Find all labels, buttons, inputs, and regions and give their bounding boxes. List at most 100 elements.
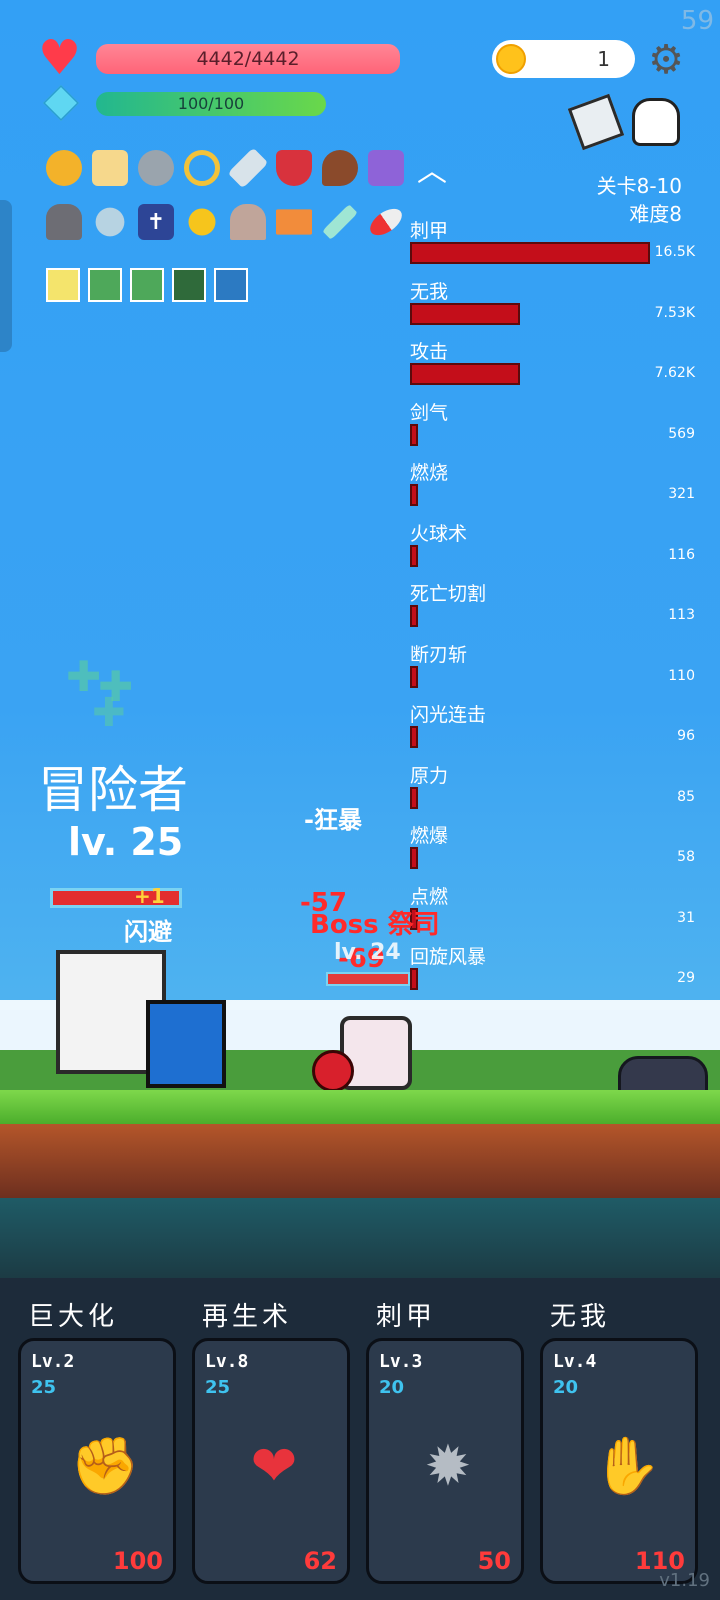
damage-stat-value: 110 <box>668 667 695 684</box>
damage-stat-value: 29 <box>677 970 695 986</box>
damage-stat-label: 回旋风暴 <box>410 946 487 968</box>
drumstick-icon[interactable] <box>322 150 358 186</box>
winged-heart-icon: ❤ <box>250 1434 298 1499</box>
hero-shield-sprite <box>146 1000 226 1088</box>
damage-stat-bar <box>410 665 418 688</box>
damage-stat-value: 113 <box>668 607 695 623</box>
sun-orb-icon[interactable] <box>188 208 216 236</box>
damage-stat-label: 无我 <box>410 280 449 303</box>
skill-card[interactable]: Lv.2 25 ✊ 100 <box>18 1338 176 1584</box>
hero-name: 冒险者 <box>38 761 188 819</box>
skill-mana-cost: 20 <box>553 1377 579 1398</box>
heal-cross-icon: ✚ <box>92 690 126 736</box>
skill-level: Lv.4 <box>553 1351 597 1372</box>
damage-stat-label: 原力 <box>410 764 449 787</box>
mp-text: 100/100 <box>177 94 245 113</box>
wind-swirl-icon <box>172 268 206 302</box>
stage-info: 关卡8-10 难度8 <box>597 172 682 228</box>
enemy-hp-bar <box>326 972 410 986</box>
tombstone-icon[interactable] <box>230 204 266 240</box>
crown-icon[interactable] <box>276 209 312 235</box>
sprout-icon <box>88 268 122 302</box>
skill-upgrade-price: 100 <box>112 1547 163 1575</box>
skill-card[interactable]: Lv.8 25 ❤ 62 <box>192 1338 350 1584</box>
damage-stat-bar <box>410 423 418 446</box>
sword-icon[interactable] <box>227 147 269 189</box>
damage-stat-value: 116 <box>668 546 695 563</box>
stage-level: 关卡8-10 <box>596 174 682 198</box>
fps-counter: 59 <box>680 6 714 36</box>
eye-hand-icon: ✋ <box>592 1434 662 1499</box>
skill-level: Lv.2 <box>31 1351 75 1372</box>
sparkle-icon <box>214 268 248 302</box>
damage-stat-value: 7.62K <box>654 365 695 381</box>
version-label: v1.19 <box>659 1570 710 1591</box>
damage-stat-label: 燃烧 <box>410 462 449 484</box>
clover-icon[interactable] <box>95 207 125 237</box>
enemy-level-text: lv. 24 <box>334 940 401 965</box>
fist-icon: ✊ <box>70 1434 140 1499</box>
water-strip <box>0 1198 720 1278</box>
damage-stat-bar <box>410 302 520 325</box>
damage-stat-label: 燃爆 <box>410 825 449 847</box>
rage-text: -狂暴 <box>304 806 362 834</box>
collapse-chevron-icon[interactable]: ︿ <box>414 150 450 189</box>
skill-level: Lv.8 <box>205 1351 249 1372</box>
skill-title: 无我 <box>550 1302 611 1332</box>
damage-stat-bar <box>410 968 418 990</box>
damage-stat-label: 刺甲 <box>410 220 449 242</box>
damage-stat-label: 死亡切割 <box>410 583 487 605</box>
skill-card[interactable]: Lv.3 20 ✹ 50 <box>366 1338 524 1584</box>
red-orb-sprite <box>312 1050 354 1092</box>
buff-row <box>46 268 248 302</box>
ghost-icon[interactable] <box>632 98 680 146</box>
helmet-icon[interactable] <box>46 204 82 240</box>
skill-card[interactable]: Lv.4 20 ✋ 110 <box>540 1338 698 1584</box>
hero-status-text: 闪避 <box>124 918 172 946</box>
sprout-icon <box>130 268 164 302</box>
damage-stat-value: 31 <box>677 909 695 926</box>
scroll-icon[interactable] <box>92 150 128 186</box>
damage-stat-bar <box>410 242 650 264</box>
pill-icon[interactable] <box>365 203 407 241</box>
grass-ground <box>0 1090 720 1124</box>
hp-text: 4442/4442 <box>196 48 300 70</box>
skill-mana-cost: 25 <box>31 1377 57 1398</box>
stage-difficulty: 难度8 <box>629 202 682 226</box>
damage-stat-value: 16.5K <box>654 244 695 260</box>
skill-level: Lv.3 <box>379 1351 423 1372</box>
shield-icon[interactable] <box>276 150 312 186</box>
skill-upgrade-price: 50 <box>477 1547 511 1575</box>
skill-title: 巨大化 <box>28 1302 119 1332</box>
skill-mana-cost: 20 <box>379 1377 405 1398</box>
coin-amount: 1 <box>597 47 610 71</box>
equipment-row-2: ✝ <box>46 203 407 241</box>
hero-level: lv. 25 <box>68 820 184 864</box>
skill-title: 再生术 <box>202 1302 293 1332</box>
damage-stat-bar <box>410 484 418 506</box>
dagger-icon[interactable] <box>322 204 358 240</box>
gear-icon[interactable]: ⚙ <box>646 40 686 80</box>
skill-title: 刺甲 <box>376 1302 437 1332</box>
side-drawer-handle[interactable] <box>0 200 12 352</box>
coin-stack-icon[interactable] <box>46 150 82 186</box>
damage-stat-bar <box>410 363 520 385</box>
skill-mana-cost: 25 <box>205 1377 231 1398</box>
enemy-name-text: Boss 祭司 <box>310 910 440 940</box>
coin-icon <box>496 44 526 74</box>
damage-stat-value: 58 <box>677 849 695 865</box>
damage-stat-label: 火球术 <box>410 522 468 545</box>
damage-stat-bar <box>410 786 418 809</box>
damage-stat-label: 断刃斩 <box>410 643 468 666</box>
skill-upgrade-price: 62 <box>303 1547 337 1575</box>
heart-icon: ♥ <box>38 30 82 86</box>
spiked-ball-icon: ✹ <box>424 1434 472 1499</box>
damage-stat-label: 闪光连击 <box>410 704 487 726</box>
damage-stat-value: 85 <box>677 788 695 805</box>
treasure-chest-icon[interactable] <box>368 150 404 186</box>
dirt-ground <box>0 1124 720 1198</box>
damage-stat-value: 7.53K <box>654 304 695 321</box>
spiked-mace-icon[interactable] <box>138 150 174 186</box>
holy-book-icon[interactable]: ✝ <box>138 204 174 240</box>
ring-icon[interactable] <box>184 150 220 186</box>
